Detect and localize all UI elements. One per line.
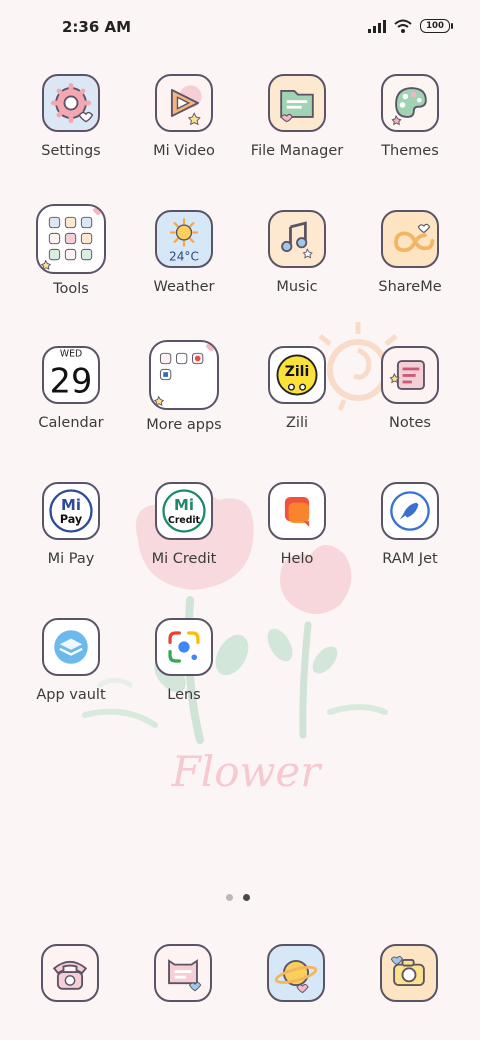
app-mi-credit[interactable]: Mi Credit Mi Credit <box>129 482 239 567</box>
mi-credit-line2: Credit <box>168 515 201 526</box>
app-zili[interactable]: Zili Zili <box>242 346 352 431</box>
folder-icon <box>268 74 326 132</box>
app-label: Zili <box>285 415 309 431</box>
mi-pay-icon: Mi Pay <box>42 482 100 540</box>
mi-pay-line2: Pay <box>60 513 83 526</box>
app-shareme[interactable]: ShareMe <box>355 210 465 295</box>
notes-icon <box>381 346 439 404</box>
settings-icon <box>42 74 100 132</box>
zili-icon: Zili <box>268 346 326 404</box>
browser-icon <box>267 944 325 1002</box>
app-lens[interactable]: Lens <box>129 618 239 703</box>
calendar-day: WED <box>60 348 82 359</box>
app-label: Mi Video <box>153 143 215 159</box>
mi-credit-line1: Mi <box>174 496 194 514</box>
app-label: Themes <box>381 143 439 159</box>
app-app-vault[interactable]: App vault <box>16 618 126 703</box>
app-calendar[interactable]: WED 29 Calendar <box>16 346 126 431</box>
app-music[interactable]: Music <box>242 210 352 295</box>
weather-temp: 24°C <box>169 249 199 263</box>
app-label: Music <box>276 279 318 295</box>
app-label: Notes <box>389 415 431 431</box>
app-ram-jet[interactable]: RAM Jet <box>355 482 465 567</box>
app-vault-icon <box>42 618 100 676</box>
phone-icon <box>41 944 99 1002</box>
app-more-apps[interactable]: More apps <box>129 340 239 433</box>
shareme-icon <box>381 210 439 268</box>
app-file-manager[interactable]: File Manager <box>242 74 352 159</box>
music-icon <box>268 210 326 268</box>
zili-badge-text: Zili <box>285 364 309 380</box>
app-label: More apps <box>146 417 222 433</box>
app-label: ShareMe <box>378 279 442 295</box>
app-themes[interactable]: Themes <box>355 74 465 159</box>
status-time: 2:36 AM <box>62 18 132 36</box>
app-label: Mi Credit <box>151 551 217 567</box>
dock-phone[interactable] <box>41 944 99 1002</box>
app-mi-pay[interactable]: Mi Pay Mi Pay <box>16 482 126 567</box>
messages-icon <box>154 944 212 1002</box>
mi-credit-icon: Mi Credit <box>155 482 213 540</box>
more-apps-folder-icon <box>149 340 219 410</box>
status-icons: 100 <box>368 19 453 33</box>
lens-icon <box>155 618 213 676</box>
camera-icon <box>380 944 438 1002</box>
app-mi-video[interactable]: Mi Video <box>129 74 239 159</box>
app-label: File Manager <box>250 143 344 159</box>
app-settings[interactable]: Settings <box>16 74 126 159</box>
app-label: Settings <box>41 143 101 159</box>
app-label: Lens <box>167 687 201 703</box>
dock-messages[interactable] <box>154 944 212 1002</box>
battery-icon: 100 <box>420 19 453 33</box>
calendar-icon: WED 29 <box>42 346 100 404</box>
rocket-icon <box>381 482 439 540</box>
wallpaper-text: Flower <box>171 747 324 796</box>
status-bar: 2:36 AM 100 <box>0 0 480 56</box>
app-label: Calendar <box>38 415 104 431</box>
wifi-icon <box>394 19 412 33</box>
page-indicator <box>226 894 250 901</box>
helo-icon <box>268 482 326 540</box>
app-weather[interactable]: 24°C Weather <box>129 210 239 295</box>
dock-camera[interactable] <box>380 944 438 1002</box>
calendar-date: 29 <box>50 362 93 401</box>
palette-icon <box>381 74 439 132</box>
app-label: App vault <box>36 687 106 703</box>
tools-folder-icon <box>36 204 106 274</box>
app-label: Tools <box>53 281 89 297</box>
app-label: Mi Pay <box>47 551 95 567</box>
app-label: Helo <box>280 551 314 567</box>
dock-browser[interactable] <box>267 944 325 1002</box>
app-helo[interactable]: Helo <box>242 482 352 567</box>
page-dot-1[interactable] <box>226 894 233 901</box>
app-label: RAM Jet <box>382 551 438 567</box>
weather-icon: 24°C <box>155 210 213 268</box>
app-notes[interactable]: Notes <box>355 346 465 431</box>
mi-pay-line1: Mi <box>61 496 81 514</box>
app-tools[interactable]: Tools <box>16 204 126 297</box>
video-icon <box>155 74 213 132</box>
app-label: Weather <box>153 279 215 295</box>
signal-icon <box>368 19 386 33</box>
page-dot-2[interactable] <box>243 894 250 901</box>
